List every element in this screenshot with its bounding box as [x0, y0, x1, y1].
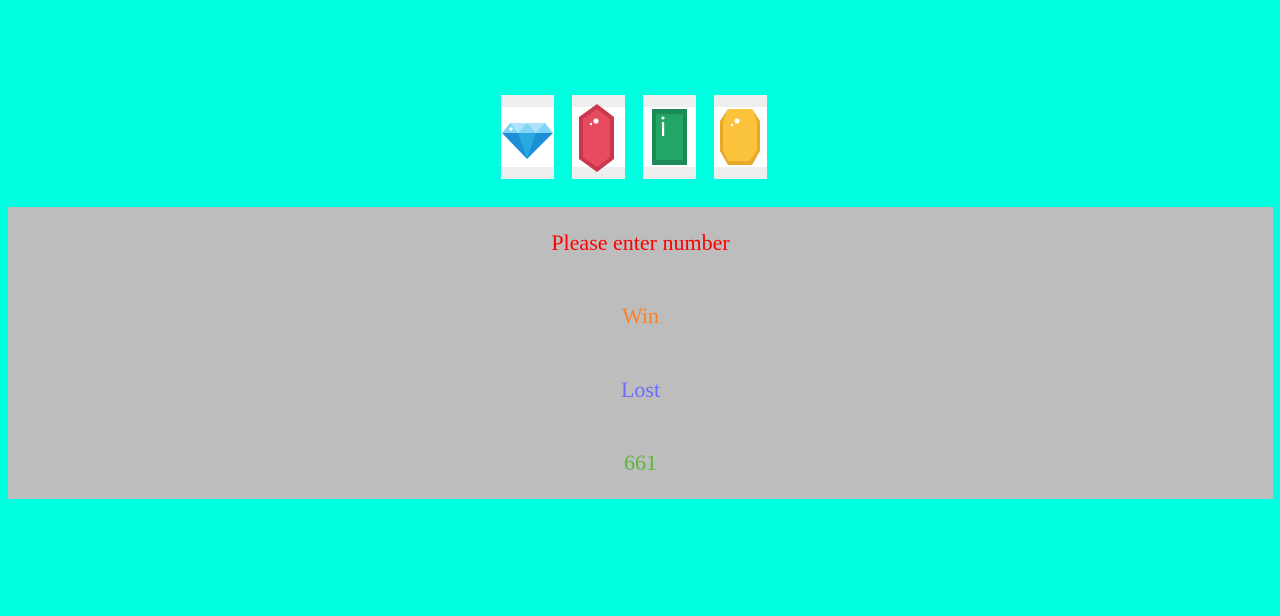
reel-4	[714, 95, 767, 179]
topaz-icon	[720, 109, 760, 165]
result-panel: Please enter number Win Lost 661	[8, 207, 1273, 499]
number-display: 661	[624, 450, 657, 475]
slot-reels	[501, 95, 767, 179]
win-label: Win	[622, 303, 659, 328]
reel-3	[643, 95, 696, 179]
diamond-icon	[502, 123, 553, 159]
reel-1	[501, 95, 554, 179]
reel-2	[572, 95, 625, 179]
prompt-message: Please enter number	[551, 230, 730, 255]
lost-label: Lost	[620, 377, 661, 402]
emerald-icon	[652, 109, 687, 165]
ruby-icon	[579, 104, 614, 172]
